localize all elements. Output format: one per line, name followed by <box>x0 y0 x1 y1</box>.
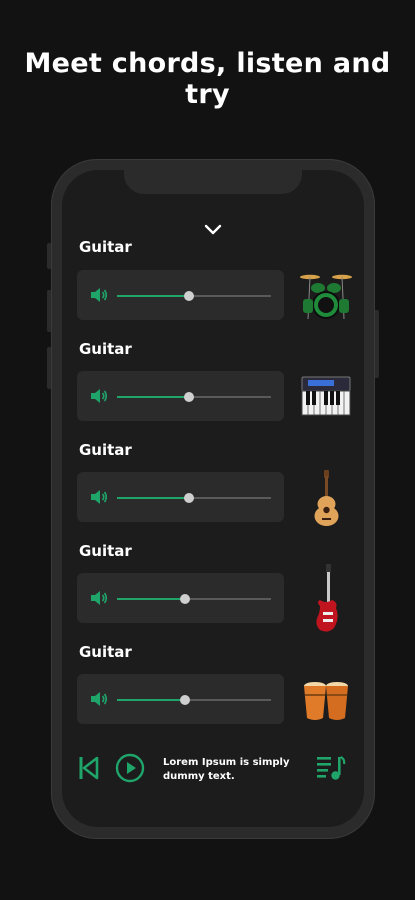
volume-handle[interactable] <box>184 392 195 402</box>
volume-handle[interactable] <box>184 493 195 503</box>
acoustic-guitar-icon[interactable] <box>296 468 356 528</box>
volume-fill <box>117 699 185 701</box>
chevron-down-icon[interactable] <box>202 222 224 238</box>
volume-slider[interactable] <box>117 695 271 705</box>
bongo-icon[interactable] <box>296 670 356 730</box>
now-playing-caption: Lorem Ipsum is simply dummy text. <box>163 757 290 782</box>
speaker-icon[interactable] <box>90 590 108 606</box>
track-volume-card <box>77 371 284 421</box>
speaker-icon[interactable] <box>90 287 108 303</box>
volume-slider[interactable] <box>117 392 271 402</box>
volume-fill <box>117 295 190 297</box>
track-volume-card <box>77 573 284 623</box>
track-label: Guitar <box>79 441 132 459</box>
speaker-icon[interactable] <box>90 691 108 707</box>
track-label: Guitar <box>79 643 132 661</box>
keyboard-icon[interactable] <box>296 367 356 427</box>
volume-slider[interactable] <box>117 493 271 503</box>
track-volume-card <box>77 472 284 522</box>
headline: Meet chords, listen and try <box>24 48 391 110</box>
volume-slider[interactable] <box>117 291 271 301</box>
track-volume-card <box>77 270 284 320</box>
speaker-icon[interactable] <box>90 489 108 505</box>
volume-handle[interactable] <box>184 291 195 301</box>
playlist-music-icon[interactable] <box>316 754 346 782</box>
notch <box>124 170 302 194</box>
track-label: Guitar <box>79 238 132 256</box>
volume-fill <box>117 497 190 499</box>
play-icon[interactable] <box>115 753 145 783</box>
volume-handle[interactable] <box>179 594 190 604</box>
track-label: Guitar <box>79 542 132 560</box>
phone-screen: Guitar Guitar Guitar Guitar Guitar Lorem… <box>62 170 364 827</box>
track-label: Guitar <box>79 340 132 358</box>
skip-previous-icon[interactable] <box>78 755 100 781</box>
volume-fill <box>117 598 185 600</box>
volume-slider[interactable] <box>117 594 271 604</box>
speaker-icon[interactable] <box>90 388 108 404</box>
electric-guitar-icon[interactable] <box>296 562 356 638</box>
track-volume-card <box>77 674 284 724</box>
volume-handle[interactable] <box>179 695 190 705</box>
volume-fill <box>117 396 190 398</box>
drum-kit-icon[interactable] <box>296 265 356 325</box>
